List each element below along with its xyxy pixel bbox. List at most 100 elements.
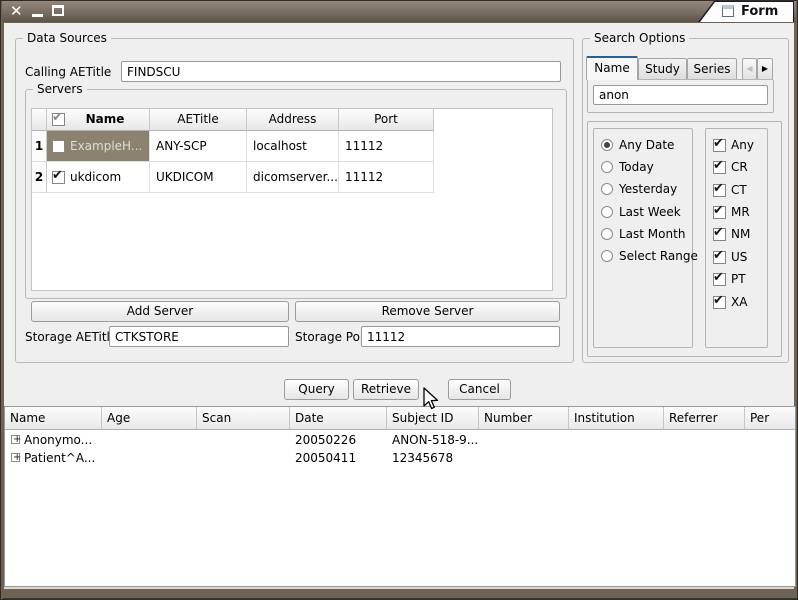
modality-checkbox[interactable]: ✔ — [713, 273, 726, 286]
maximize-icon[interactable] — [52, 5, 64, 16]
query-button[interactable]: Query — [284, 379, 349, 400]
cancel-button[interactable]: Cancel — [448, 379, 511, 400]
results-column-header[interactable]: Number — [479, 407, 569, 430]
server-cell[interactable]: localhost — [247, 131, 339, 162]
dicom-query-retrieve-window: ✕ Form Data Sources Calling AETitle Serv… — [0, 0, 798, 600]
server-row-number: 2 — [32, 162, 47, 193]
modality-checkbox[interactable]: ✔ — [713, 296, 726, 309]
tab-scroll-left-icon[interactable]: ◀ — [742, 58, 757, 80]
date-filter-label: Last Month — [619, 227, 685, 242]
date-filter-select-range[interactable]: Select Range — [601, 249, 689, 264]
titlebar: ✕ Form — [2, 1, 796, 22]
modality-filter-label: Any — [731, 138, 754, 153]
servers-column-header[interactable]: AETitle — [150, 109, 247, 131]
server-cell[interactable]: dicomserver.... — [247, 162, 339, 193]
modality-filter-ct[interactable]: ✔CT — [713, 183, 765, 198]
server-enabled-checkbox[interactable]: ✔ — [52, 171, 65, 184]
results-column-header[interactable]: Age — [102, 407, 197, 430]
date-filter-label: Today — [619, 160, 654, 175]
results-column-header[interactable]: Referrer — [664, 407, 745, 430]
server-enabled-checkbox[interactable] — [52, 140, 65, 153]
radio-icon[interactable] — [601, 250, 613, 262]
server-name-cell[interactable]: ✔ukdicom — [47, 162, 150, 193]
radio-icon[interactable] — [601, 228, 613, 240]
date-filter-label: Select Range — [619, 249, 698, 264]
date-filter-any-date[interactable]: Any Date — [601, 138, 689, 153]
select-all-checkbox[interactable]: ✔ — [52, 113, 65, 126]
data-sources-title: Data Sources — [23, 31, 111, 46]
modality-filter-pt[interactable]: ✔ PT — [713, 272, 765, 287]
close-icon[interactable]: ✕ — [10, 2, 23, 21]
servers-column-header[interactable]: Address — [247, 109, 339, 131]
server-cell[interactable]: UKDICOM — [150, 162, 247, 193]
radio-icon[interactable] — [601, 206, 613, 218]
results-column-header[interactable]: Name — [5, 407, 102, 430]
date-filter-last-week[interactable]: Last Week — [601, 205, 689, 220]
modality-checkbox[interactable]: ✔ — [713, 251, 726, 264]
tab-series[interactable]: Series — [687, 58, 737, 80]
date-filter-label: Last Week — [619, 205, 681, 220]
date-filter-last-month[interactable]: Last Month — [601, 227, 689, 242]
modality-filter-mr[interactable]: ✔MR — [713, 205, 765, 220]
radio-icon[interactable] — [601, 139, 613, 151]
results-column-header[interactable]: Date — [290, 407, 387, 430]
server-cell[interactable]: 11112 — [339, 131, 434, 162]
calling-aetitle-label: Calling AETitle — [25, 65, 111, 79]
modality-checkbox[interactable]: ✔ — [713, 139, 726, 152]
servers-column-header[interactable]: Port — [339, 109, 434, 131]
result-cell: Anonymo... — [24, 431, 116, 449]
results-column-header[interactable]: Scan — [197, 407, 290, 430]
result-cell: ANON-518-9... — [392, 431, 479, 449]
results-column-header[interactable]: Subject ID — [387, 407, 479, 430]
server-cell[interactable]: 11112 — [339, 162, 434, 193]
window-title-tab: Form — [698, 1, 794, 22]
result-cell: Patient^A... — [24, 449, 116, 467]
modality-filter-label: CR — [731, 160, 748, 175]
expand-icon[interactable] — [11, 453, 20, 462]
add-server-button[interactable]: Add Server — [31, 301, 289, 322]
tab-study[interactable]: Study — [638, 58, 687, 80]
servers-title: Servers — [33, 82, 87, 97]
results-tree[interactable]: NameAgeScanDateSubject IDNumberInstituti… — [4, 406, 796, 587]
result-cell: 12345678 — [392, 449, 479, 467]
modality-filter-cr[interactable]: ✔ CR — [713, 160, 765, 175]
servers-table[interactable]: ✔NameAETitleAddressPort 1ExampleH...ANY-S… — [31, 108, 553, 291]
remove-server-button[interactable]: Remove Server — [295, 301, 560, 322]
modality-filter-any[interactable]: ✔ Any — [713, 138, 765, 153]
modality-filter-xa[interactable]: ✔XA — [713, 295, 765, 310]
result-row[interactable]: Anonymo...20050226ANON-518-9... — [5, 431, 795, 449]
modality-filter-nm[interactable]: ✔NM — [713, 227, 765, 242]
minimize-icon[interactable] — [32, 14, 43, 17]
window-title: Form — [741, 4, 778, 19]
radio-icon[interactable] — [601, 161, 613, 173]
server-cell[interactable]: ANY-SCP — [150, 131, 247, 162]
modality-checkbox[interactable]: ✔ — [713, 228, 726, 241]
tab-scroll-right-icon[interactable]: ▶ — [757, 58, 773, 80]
search-input[interactable] — [593, 85, 768, 105]
results-column-header[interactable]: Per — [745, 407, 796, 430]
servers-column-header[interactable]: ✔Name — [47, 109, 150, 131]
retrieve-button[interactable]: Retrieve — [353, 379, 419, 400]
date-filter-today[interactable]: Today — [601, 160, 689, 175]
date-filter-label: Any Date — [619, 138, 674, 153]
server-name-cell[interactable]: ExampleH... — [47, 131, 150, 162]
search-options-title: Search Options — [590, 31, 689, 46]
storage-aetitle-input[interactable] — [109, 326, 289, 347]
window-icon — [722, 5, 734, 17]
result-row[interactable]: Patient^A...2005041112345678 — [5, 449, 795, 467]
calling-aetitle-input[interactable] — [121, 61, 561, 82]
date-filter-yesterday[interactable]: Yesterday — [601, 182, 689, 197]
expand-icon[interactable] — [11, 435, 20, 444]
radio-icon[interactable] — [601, 183, 613, 195]
tab-name[interactable]: Name — [586, 56, 638, 80]
storage-aetitle-label: Storage AETitle — [25, 330, 117, 344]
modality-checkbox[interactable]: ✔ — [713, 161, 726, 174]
servers-header-corner — [32, 109, 47, 131]
server-row-number: 1 — [32, 131, 47, 162]
modality-checkbox[interactable]: ✔ — [713, 206, 726, 219]
modality-filter-us[interactable]: ✔US — [713, 250, 765, 265]
modality-checkbox[interactable]: ✔ — [713, 184, 726, 197]
modality-filter-label: PT — [731, 272, 746, 287]
results-column-header[interactable]: Institution — [569, 407, 664, 430]
storage-port-input[interactable] — [361, 326, 560, 347]
